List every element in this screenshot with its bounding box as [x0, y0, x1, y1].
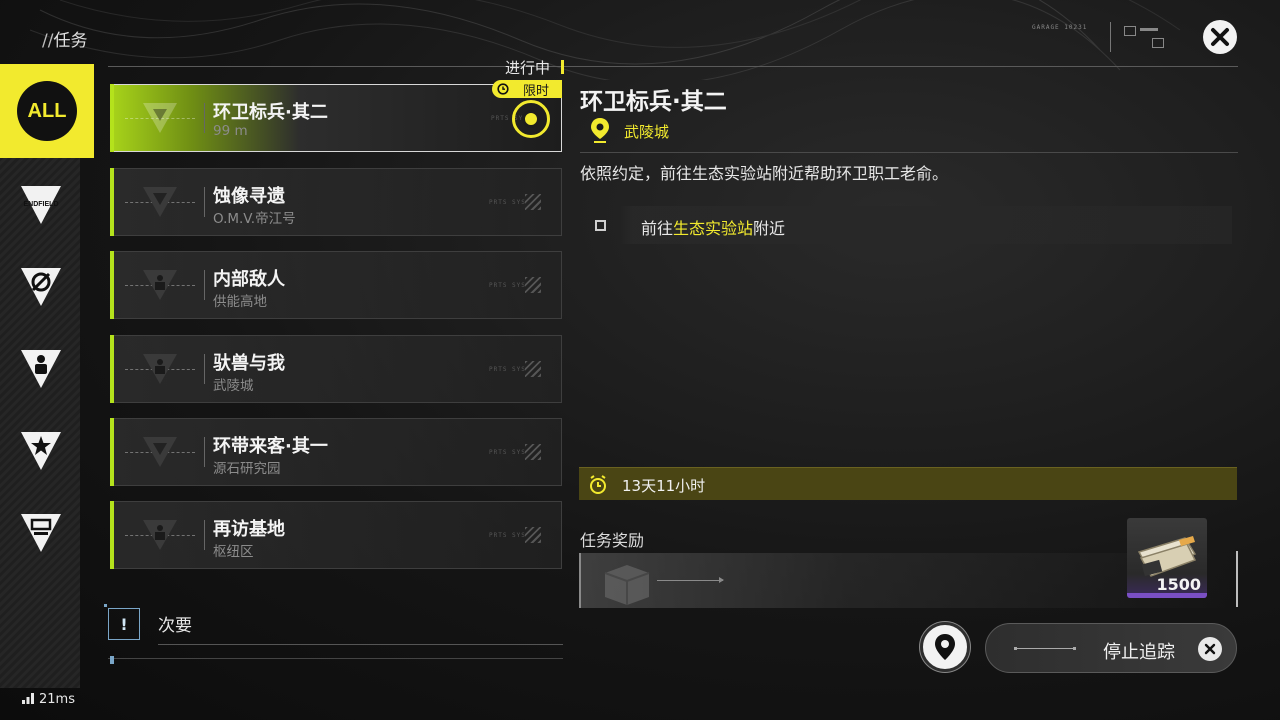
reward-item-count: 1500: [1156, 575, 1201, 594]
mission-item-4[interactable]: 驮兽与我 武陵城 PRTS SYS: [110, 335, 562, 403]
mission-type-icon: [143, 437, 177, 467]
close-circle-icon: [1198, 637, 1222, 661]
sidebar-item-endfield[interactable]: ENDFIELD: [18, 182, 64, 228]
in-progress-label: 进行中: [505, 59, 551, 77]
exclamation-icon: !: [104, 604, 140, 640]
mission-name: 蚀像寻遗: [213, 186, 285, 207]
mission-location: 枢纽区: [213, 544, 254, 560]
mission-name: 环带来客·其一: [213, 436, 328, 457]
mission-type-icon: [143, 354, 177, 384]
star-triangle-icon: [21, 432, 61, 470]
mission-distance: 99 m: [213, 123, 248, 139]
secondary-section-header[interactable]: ! 次要: [104, 604, 563, 666]
secondary-label: 次要: [158, 616, 192, 636]
reward-item-card[interactable]: 1500: [1127, 518, 1207, 598]
mission-type-icon: [143, 103, 177, 133]
sidebar-item-all[interactable]: ALL: [0, 64, 94, 158]
mission-name: 再访基地: [213, 519, 285, 540]
rarity-bar: [1127, 593, 1207, 598]
time-remaining-bar: 13天11小时: [579, 467, 1237, 500]
limited-badge: 限时: [492, 80, 562, 99]
tracking-target-icon: [512, 100, 550, 138]
mission-type-icon: [143, 187, 177, 217]
mission-type-icon: [143, 520, 177, 550]
mission-faint-code: PRTS SYS: [489, 532, 526, 539]
clock-icon: [590, 475, 606, 494]
mission-location: O.M.V.帝江号: [213, 211, 296, 227]
leaf-triangle-icon: [21, 268, 61, 306]
stripe-decoration: [525, 194, 541, 210]
close-button[interactable]: [1203, 20, 1237, 54]
header-decor-squares: [1124, 26, 1164, 48]
header-decor-code: GARAGE 10231: [1032, 24, 1088, 31]
stripe-decoration: [525, 444, 541, 460]
battery-triangle-icon: [21, 514, 61, 552]
list-bottom-divider: [108, 656, 563, 664]
objective-row: 前往生态实验站附近: [580, 206, 1232, 244]
mission-item-2[interactable]: 蚀像寻遗 O.M.V.帝江号 PRTS SYS: [110, 168, 562, 236]
stop-tracking-label: 停止追踪: [1103, 642, 1175, 663]
mission-location: 武陵城: [213, 378, 254, 394]
map-locate-button[interactable]: [920, 622, 970, 672]
mission-type-icon: [143, 270, 177, 300]
rewards-title: 任务奖励: [580, 531, 645, 550]
clock-icon: [497, 83, 509, 95]
stripe-decoration: [525, 527, 541, 543]
mission-faint-code: PRTS SYS: [489, 199, 526, 206]
location-pin-icon: [591, 118, 609, 143]
mission-name: 内部敌人: [213, 269, 285, 290]
box-icon: [604, 565, 650, 605]
signal-bars-icon: [22, 693, 34, 704]
sidebar-item-battery[interactable]: [18, 510, 64, 556]
rewards-edge-line: [1236, 551, 1238, 607]
header-decor-marks: [1110, 22, 1111, 52]
close-icon: [1211, 28, 1229, 46]
mission-name: 环卫标兵·其二: [213, 102, 328, 123]
mission-name: 驮兽与我: [213, 353, 285, 374]
mission-item-5[interactable]: 环带来客·其一 源石研究园 PRTS SYS: [110, 418, 562, 486]
mission-location: 供能高地: [213, 294, 267, 310]
sidebar-item-person[interactable]: [18, 346, 64, 392]
endfield-label: ENDFIELD: [24, 201, 59, 208]
stop-tracking-button[interactable]: 停止追踪: [985, 623, 1237, 673]
map-pin-icon: [935, 634, 955, 660]
mission-detail-title: 环卫标兵·其二: [580, 89, 727, 115]
detail-divider: [580, 152, 1238, 153]
sidebar-item-leaf[interactable]: [18, 264, 64, 310]
person-triangle-icon: [21, 350, 61, 388]
mission-faint-code: PRTS SYS: [489, 282, 526, 289]
mission-detail-location: 武陵城: [624, 123, 670, 141]
topographic-decoration: [29, 0, 1181, 80]
sidebar-item-star[interactable]: [18, 428, 64, 474]
objective-highlight: 生态实验站: [673, 219, 754, 238]
mission-faint-code: PRTS SYS: [489, 366, 526, 373]
title-prefix: //: [42, 31, 54, 51]
title-text: 任务: [53, 31, 88, 51]
limited-badge-label: 限时: [522, 83, 549, 99]
time-remaining-text: 13天11小时: [622, 477, 706, 495]
stripe-decoration: [525, 361, 541, 377]
secondary-divider: [158, 644, 563, 645]
rewards-arrow: [657, 577, 724, 583]
header-divider: [108, 66, 1238, 67]
objective-text: 前往生态实验站附近: [641, 219, 786, 238]
stripe-decoration: [525, 277, 541, 293]
endfield-icon: ENDFIELD: [21, 186, 61, 224]
ping-value: 21ms: [39, 692, 75, 707]
mission-faint-code: PRTS SYS: [489, 449, 526, 456]
mission-location: 源石研究园: [213, 461, 281, 477]
all-icon: ALL: [17, 81, 77, 141]
objective-checkbox-icon: [595, 220, 606, 231]
page-title: //任务: [42, 26, 87, 51]
button-decor-line: [1014, 647, 1076, 650]
in-progress-marker: [561, 60, 564, 74]
network-ping: 21ms: [22, 692, 75, 707]
mission-item-6[interactable]: 再访基地 枢纽区 PRTS SYS: [110, 501, 562, 569]
mission-item-3[interactable]: 内部敌人 供能高地 PRTS SYS: [110, 251, 562, 319]
mission-description: 依照约定，前往生态实验站附近帮助环卫职工老俞。: [580, 164, 949, 183]
